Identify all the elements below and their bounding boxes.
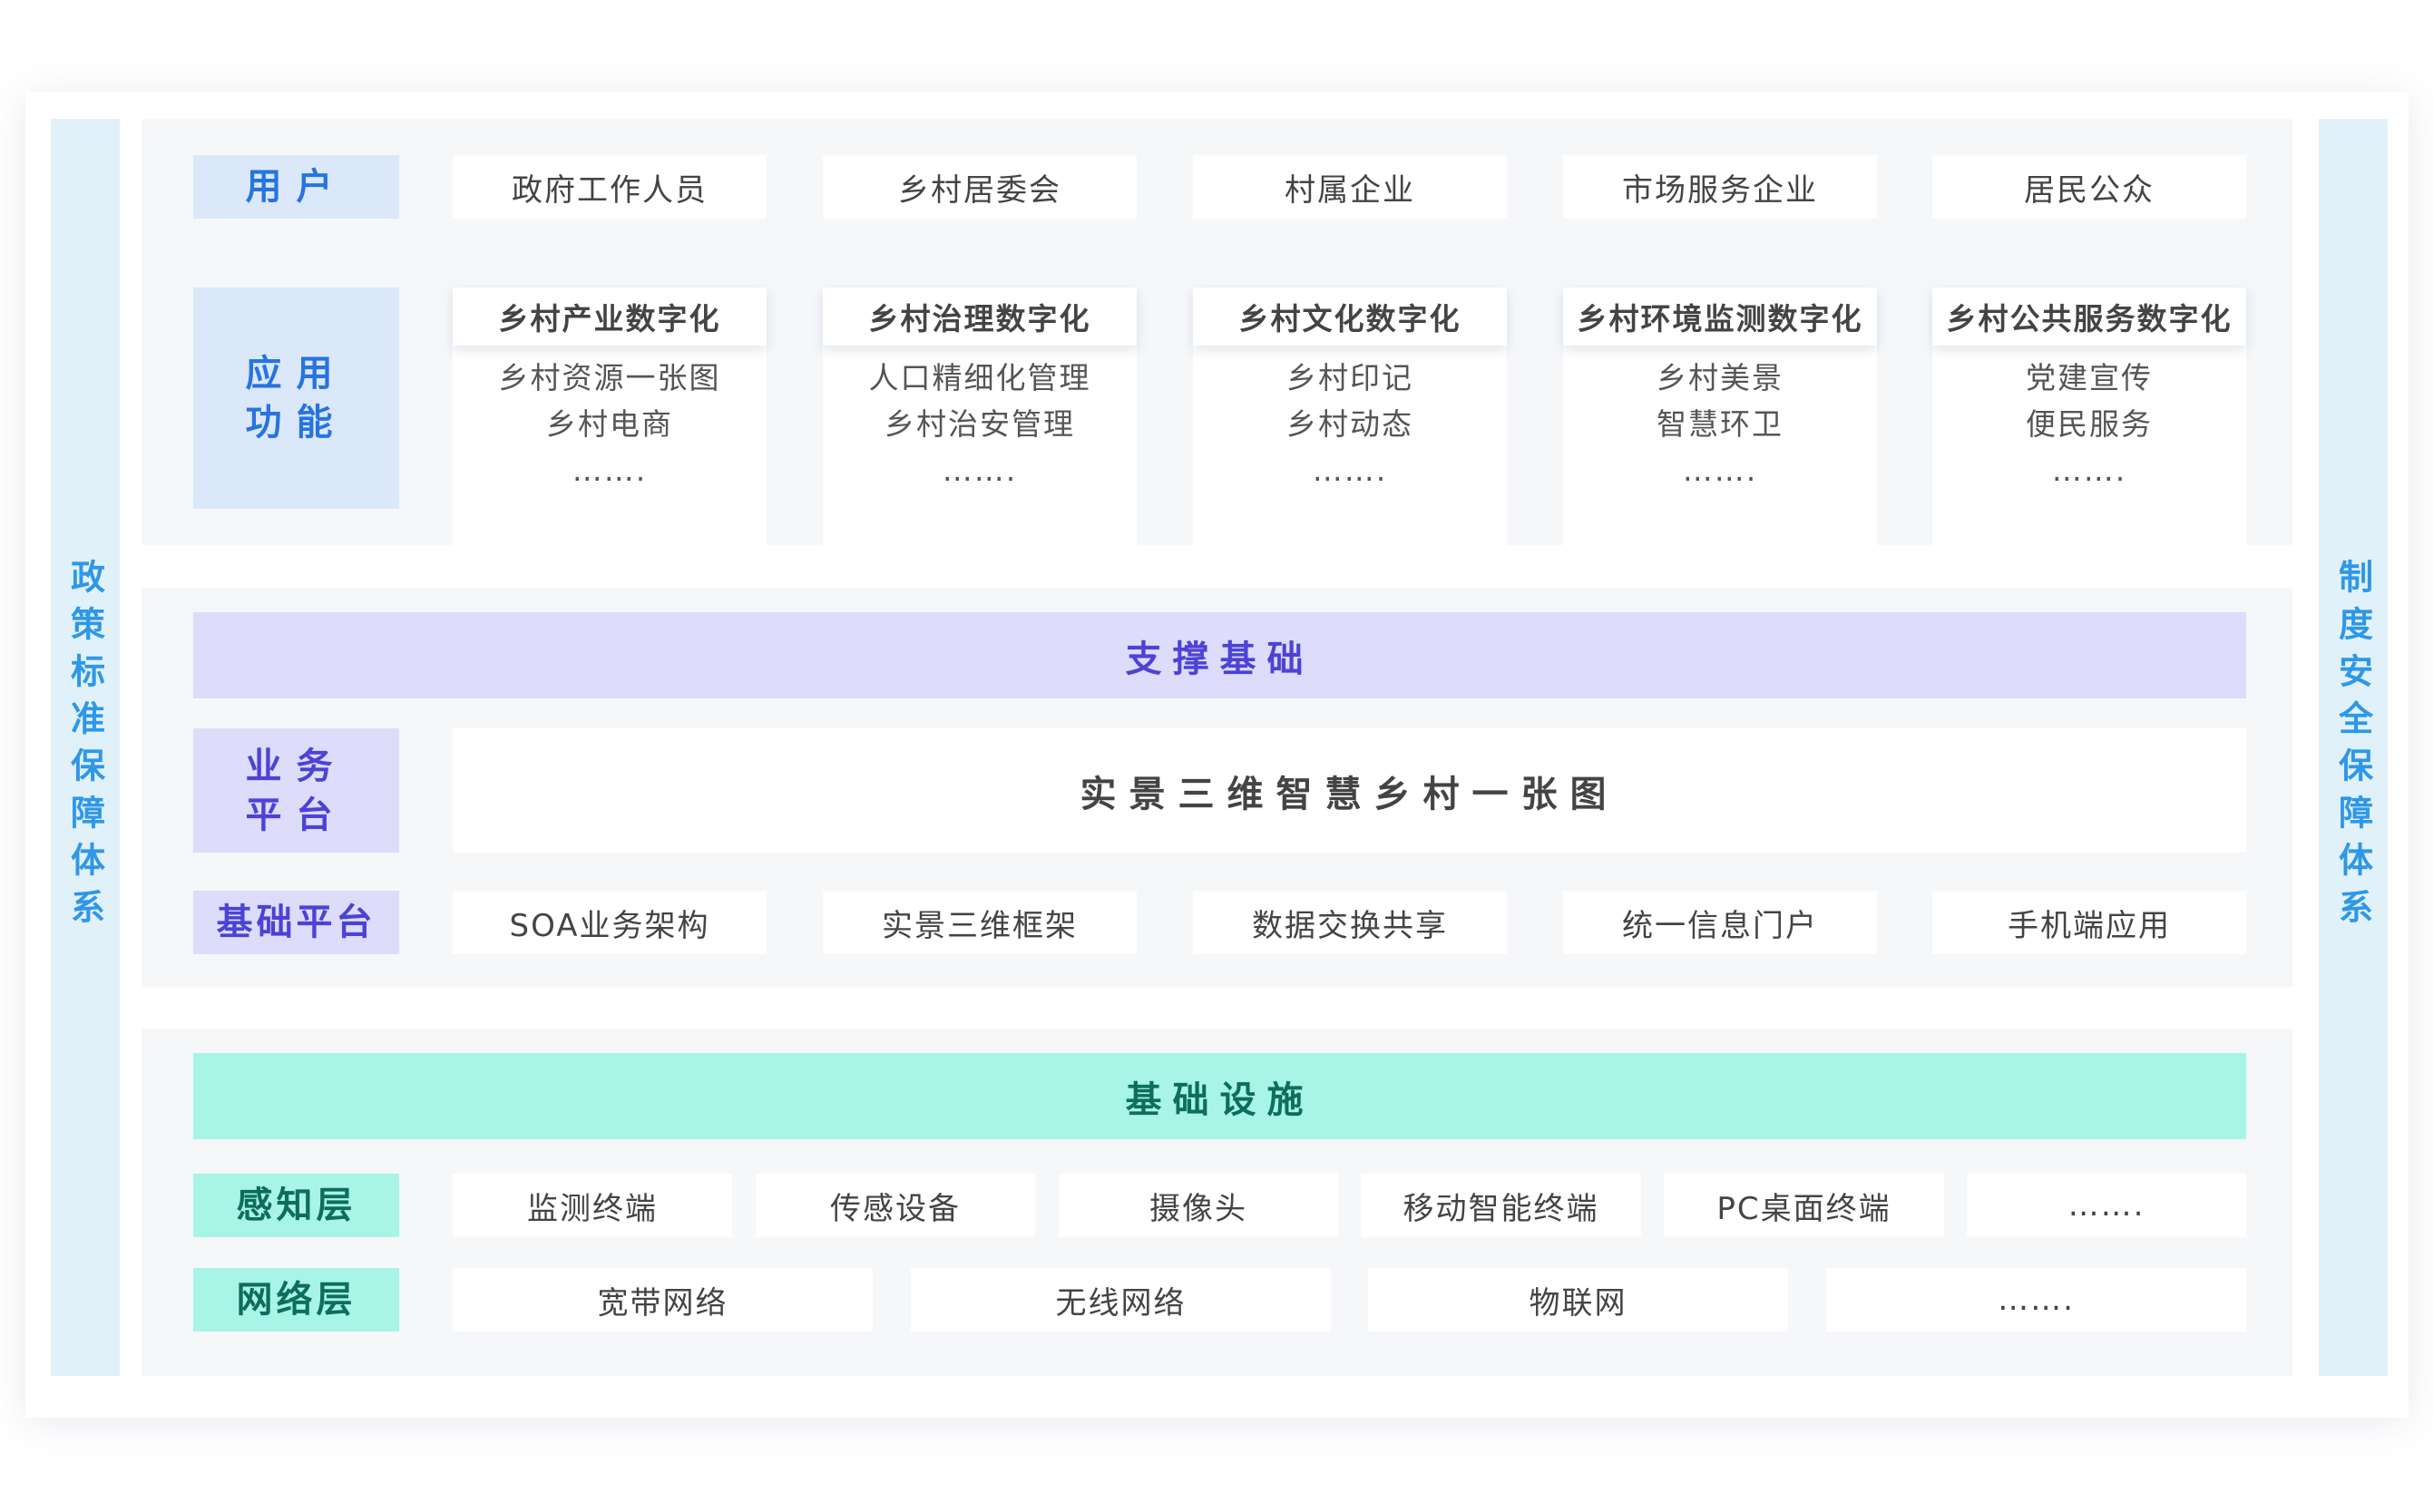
base-platform-card: 手机端应用 — [1932, 891, 2246, 954]
function-item: 乡村动态 — [1286, 406, 1413, 442]
function-item: 乡村电商 — [546, 406, 673, 442]
function-item-ellipsis: ……. — [1682, 453, 1758, 488]
network-card: 物联网 — [1368, 1268, 1788, 1332]
network-card: 宽带网络 — [453, 1268, 873, 1332]
perception-card: PC桌面终端 — [1664, 1174, 1944, 1237]
function-card-title: 乡村治理数字化 — [823, 288, 1137, 346]
function-card: 乡村环境监测数字化 乡村美景 智慧环卫 ……. — [1563, 288, 1877, 628]
function-item: 乡村资源一张图 — [498, 360, 721, 395]
base-platform-card: 统一信息门户 — [1563, 891, 1877, 954]
function-card-title: 乡村产业数字化 — [453, 288, 767, 346]
perception-card: 移动智能终端 — [1361, 1174, 1641, 1237]
function-item: 乡村治安管理 — [885, 406, 1075, 442]
function-card: 乡村文化数字化 乡村印记 乡村动态 ……. — [1193, 288, 1507, 628]
perception-layer-label: 感知层 — [193, 1174, 399, 1237]
function-card: 乡村产业数字化 乡村资源一张图 乡村电商 ……. — [453, 288, 767, 628]
user-card: 市场服务企业 — [1563, 155, 1877, 219]
function-item: 党建宣传 — [2026, 360, 2153, 395]
function-item-ellipsis: ……. — [1312, 453, 1388, 488]
base-platform-card: 数据交换共享 — [1193, 891, 1507, 954]
function-item: 乡村印记 — [1286, 360, 1413, 395]
function-card-title: 乡村文化数字化 — [1193, 288, 1507, 346]
user-card: 居民公众 — [1932, 155, 2246, 219]
user-card: 乡村居委会 — [823, 155, 1137, 219]
function-card: 乡村治理数字化 人口精细化管理 乡村治安管理 ……. — [823, 288, 1137, 628]
function-item-ellipsis: ……. — [942, 453, 1018, 488]
function-item-ellipsis: ……. — [572, 453, 648, 488]
function-item: 乡村美景 — [1657, 360, 1784, 395]
institution-security-pillar-title: 制度安全保障体系 — [2332, 559, 2373, 936]
infrastructure-title-bar: 基础设施 — [193, 1053, 2246, 1139]
function-item: 便民服务 — [2026, 406, 2153, 442]
perception-card: 传感设备 — [756, 1174, 1035, 1237]
function-item-ellipsis: ……. — [2051, 453, 2127, 488]
base-platform-card: 实景三维框架 — [823, 891, 1137, 954]
policy-standard-pillar-title: 政策标准保障体系 — [64, 559, 105, 936]
business-platform-card: 实景三维智慧乡村一张图 — [453, 728, 2246, 853]
support-title-bar: 支撑基础 — [193, 612, 2246, 698]
institution-security-pillar: 制度安全保障体系 — [2319, 119, 2388, 1376]
network-card: 无线网络 — [911, 1268, 1331, 1332]
function-item: 智慧环卫 — [1657, 406, 1784, 442]
network-layer-label: 网络层 — [193, 1268, 399, 1332]
users-label: 用户 — [193, 155, 399, 219]
user-card: 村属企业 — [1193, 155, 1507, 219]
perception-card: 摄像头 — [1059, 1174, 1338, 1237]
function-card: 乡村公共服务数字化 党建宣传 便民服务 ……. — [1932, 288, 2246, 628]
function-card-title: 乡村公共服务数字化 — [1932, 288, 2246, 346]
function-item: 人口精细化管理 — [868, 360, 1091, 395]
policy-standard-pillar: 政策标准保障体系 — [51, 119, 120, 1376]
base-platform-label: 基础平台 — [193, 891, 399, 954]
user-card: 政府工作人员 — [453, 155, 767, 219]
network-card-ellipsis: ……. — [1826, 1268, 2246, 1332]
function-card-title: 乡村环境监测数字化 — [1563, 288, 1877, 346]
perception-card: 监测终端 — [453, 1174, 732, 1237]
business-platform-label: 业务 平台 — [193, 728, 399, 853]
functions-label: 应用 功能 — [193, 288, 399, 509]
perception-card-ellipsis: ……. — [1967, 1174, 2246, 1237]
base-platform-card: SOA业务架构 — [453, 891, 767, 954]
